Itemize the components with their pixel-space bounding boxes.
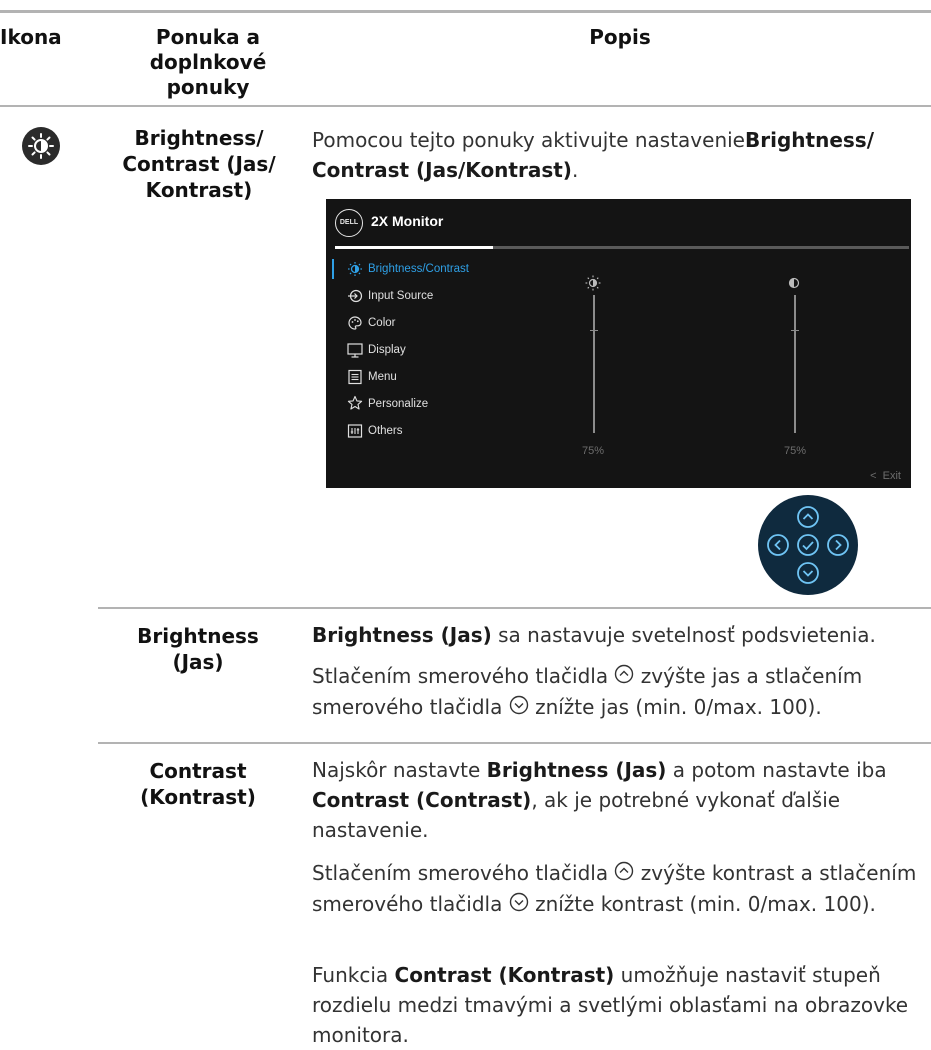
osd-item-menu[interactable]: Menu	[346, 366, 397, 388]
brightness-slider-handle[interactable]	[590, 330, 598, 331]
joystick-control	[758, 495, 858, 595]
brightness-slider[interactable]	[593, 295, 595, 433]
submenu-contrast-label: Contrast (Kontrast)	[140, 759, 256, 809]
chevron-left-icon: <	[870, 470, 877, 482]
others-icon	[346, 420, 364, 442]
display-monitor-icon	[346, 339, 364, 361]
slider-brightness-icon	[584, 274, 602, 297]
down-arrow-icon[interactable]	[796, 561, 820, 585]
contrast-description-1: Najskôr nastavte Brightness (Jas) a poto…	[312, 758, 887, 842]
brightness-description-2: Stlačením smerového tlačidla zvýšte jas …	[312, 661, 931, 723]
osd-item-input-source[interactable]: Input Source	[346, 285, 433, 307]
down-arrow-icon	[509, 693, 529, 723]
up-arrow-icon	[614, 859, 634, 889]
brightness-contrast-icon	[22, 127, 60, 165]
exit-button[interactable]: < Exit	[870, 470, 901, 482]
osd-title: 2X Monitor	[371, 213, 444, 229]
osd-progress-fill	[335, 246, 493, 249]
menu-brightness-contrast-label: Brightness/ Contrast (Jas/ Kontrast)	[122, 126, 276, 202]
osd-item-brightness-contrast[interactable]: Brightness/Contrast	[346, 258, 469, 280]
table-top-rule	[0, 10, 931, 13]
header-description-column: Popis	[589, 25, 651, 49]
contrast-description-3: Funkcia Contrast (Kontrast) umožňuje nas…	[312, 963, 909, 1047]
osd-progress-track	[335, 246, 909, 249]
brightness-icon	[346, 258, 364, 280]
color-palette-icon	[346, 312, 364, 334]
dell-logo: DELL	[335, 209, 363, 237]
header-bottom-rule	[0, 105, 931, 107]
osd-selection-marker	[332, 259, 334, 279]
contrast-value: 75%	[784, 445, 807, 457]
osd-item-display[interactable]: Display	[346, 339, 406, 361]
submenu-brightness-label: Brightness (Jas)	[137, 624, 259, 674]
right-arrow-icon[interactable]	[826, 533, 850, 557]
osd-item-personalize[interactable]: Personalize	[346, 393, 428, 415]
contrast-description-2: Stlačením smerového tlačidla zvýšte kont…	[312, 858, 931, 920]
star-icon	[346, 393, 364, 415]
osd-item-color[interactable]: Color	[346, 312, 395, 334]
brightness-value: 75%	[582, 445, 605, 457]
input-source-icon	[346, 285, 364, 307]
up-arrow-icon[interactable]	[796, 505, 820, 529]
brightness-description-1: Brightness (Jas) sa nastavuje svetelnosť…	[312, 623, 876, 647]
slider-contrast-icon	[787, 276, 801, 295]
main-description: Pomocou tejto ponuky aktivujte nastaveni…	[312, 128, 874, 182]
header-menu-column: Ponuka a doplnkové ponuky	[149, 25, 267, 99]
contrast-slider-handle[interactable]	[791, 330, 799, 331]
down-arrow-icon	[509, 890, 529, 920]
up-arrow-icon	[614, 662, 634, 692]
menu-list-icon	[346, 366, 364, 388]
left-arrow-icon[interactable]	[766, 533, 790, 557]
row-divider-1	[98, 607, 931, 609]
row-divider-2	[98, 742, 931, 744]
confirm-check-icon[interactable]	[796, 533, 820, 557]
osd-menu-screenshot: DELL 2X Monitor Brightness/Contrast Inpu…	[326, 199, 911, 488]
osd-item-others[interactable]: Others	[346, 420, 403, 442]
header-icon-column: Ikona	[0, 25, 62, 49]
contrast-slider[interactable]	[794, 295, 796, 433]
